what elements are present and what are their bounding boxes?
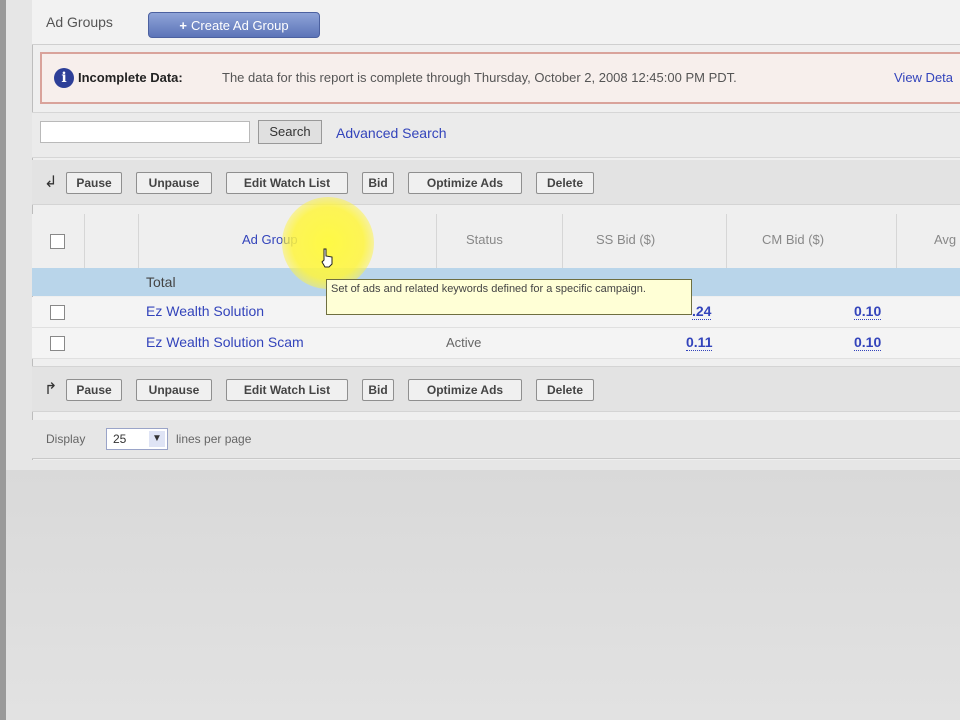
total-label: Total	[146, 274, 176, 290]
alert-message: The data for this report is complete thr…	[222, 70, 737, 85]
page-title: Ad Groups	[46, 14, 113, 30]
cm-bid-value[interactable]: 0.10	[854, 303, 882, 320]
ss-bid-column-header[interactable]: SS Bid ($)	[596, 232, 655, 247]
lines-per-page-value: 25	[113, 432, 127, 446]
pause-button[interactable]: Pause	[66, 379, 122, 401]
lines-per-page-label: lines per page	[176, 432, 252, 446]
unpause-button[interactable]: Unpause	[136, 172, 212, 194]
bid-button[interactable]: Bid	[362, 172, 394, 194]
row-status: Active	[446, 335, 482, 350]
search-bar: Search Advanced Search	[32, 112, 960, 158]
cm-bid-column-header[interactable]: CM Bid ($)	[762, 232, 824, 247]
column-divider	[138, 214, 139, 268]
search-input[interactable]	[40, 121, 250, 143]
ad-group-link[interactable]: Ez Wealth Solution	[146, 303, 264, 319]
ss-bid-value[interactable]: .24	[692, 303, 712, 320]
edit-watch-list-button[interactable]: Edit Watch List	[226, 172, 348, 194]
row-checkbox[interactable]	[50, 336, 65, 351]
select-arrow-icon: ↱	[44, 381, 58, 398]
unpause-button[interactable]: Unpause	[136, 379, 212, 401]
cursor-highlight	[282, 197, 374, 289]
bid-button[interactable]: Bid	[362, 379, 394, 401]
action-toolbar-top: ↲ Pause Unpause Edit Watch List Bid Opti…	[32, 160, 960, 205]
table-header: Ad Group Status SS Bid ($) CM Bid ($) Av…	[32, 214, 960, 269]
optimize-ads-button[interactable]: Optimize Ads	[408, 379, 522, 401]
delete-button[interactable]: Delete	[536, 172, 594, 194]
select-arrow-icon: ↲	[44, 174, 58, 191]
create-ad-group-button[interactable]: + Create Ad Group	[148, 12, 320, 38]
column-divider	[726, 214, 727, 268]
view-details-link[interactable]: View Deta	[894, 70, 953, 85]
optimize-ads-button[interactable]: Optimize Ads	[408, 172, 522, 194]
create-ad-group-label: Create Ad Group	[191, 18, 289, 33]
column-divider	[84, 214, 85, 268]
pause-button[interactable]: Pause	[66, 172, 122, 194]
ss-bid-value[interactable]: 0.11	[686, 334, 713, 351]
info-icon: i	[54, 68, 74, 88]
plus-icon: +	[179, 18, 188, 33]
incomplete-data-alert: i Incomplete Data: The data for this rep…	[40, 52, 960, 104]
chevron-down-icon: ▼	[149, 431, 165, 447]
column-divider	[896, 214, 897, 268]
column-divider	[436, 214, 437, 268]
alert-label: Incomplete Data:	[78, 70, 183, 85]
edit-watch-list-button[interactable]: Edit Watch List	[226, 379, 348, 401]
ad-group-link[interactable]: Ez Wealth Solution Scam	[146, 334, 304, 350]
hand-cursor-icon	[321, 248, 333, 268]
avg-column-header[interactable]: Avg	[934, 232, 956, 247]
row-checkbox[interactable]	[50, 305, 65, 320]
ad-group-tooltip: Set of ads and related keywords defined …	[326, 279, 692, 315]
table-row: Ez Wealth Solution Scam Active 0.11 0.10	[32, 328, 960, 359]
page-header: Ad Groups + Create Ad Group	[32, 0, 960, 45]
lines-per-page-select[interactable]: 25 ▼	[106, 428, 168, 450]
pagination-footer: Display 25 ▼ lines per page	[32, 420, 960, 459]
display-label: Display	[46, 432, 86, 446]
status-column-header[interactable]: Status	[466, 232, 503, 247]
search-button[interactable]: Search	[258, 120, 322, 144]
delete-button[interactable]: Delete	[536, 379, 594, 401]
advanced-search-link[interactable]: Advanced Search	[336, 125, 447, 141]
cm-bid-value[interactable]: 0.10	[854, 334, 882, 351]
select-all-checkbox[interactable]	[50, 234, 65, 249]
window-edge	[0, 0, 6, 720]
action-toolbar-bottom: ↱ Pause Unpause Edit Watch List Bid Opti…	[32, 366, 960, 412]
column-divider	[562, 214, 563, 268]
